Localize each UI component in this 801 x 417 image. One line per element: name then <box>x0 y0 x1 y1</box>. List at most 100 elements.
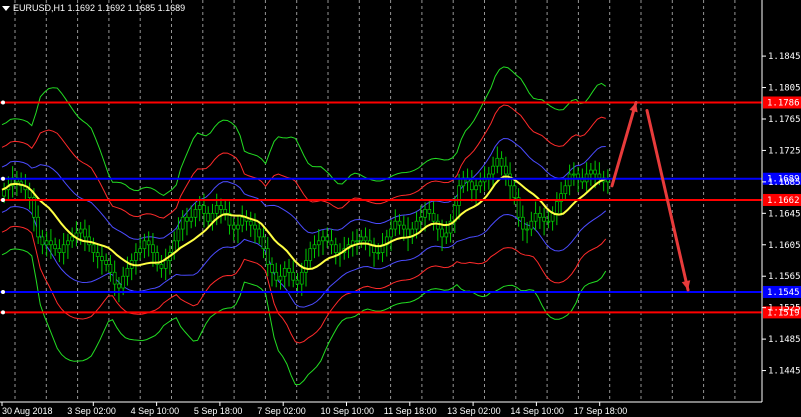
candle-body <box>214 205 219 214</box>
x-tick-label: 4 Sep 10:00 <box>131 406 180 416</box>
candle-body <box>257 228 262 238</box>
level-anchor-left <box>1 197 5 202</box>
candle-body <box>376 252 381 254</box>
candle-body <box>112 271 117 285</box>
candle-body <box>231 224 236 230</box>
candle-body <box>40 236 45 246</box>
y-tick-label: 1.1765 <box>768 115 801 125</box>
candle-body <box>95 252 100 257</box>
candle-body <box>355 240 359 243</box>
candle-body <box>418 216 423 222</box>
forecast-arrows <box>610 100 691 292</box>
candle-body <box>478 181 483 187</box>
x-tick-label: 10 Sep 10:00 <box>321 406 375 416</box>
candle-body <box>53 244 57 250</box>
candle-body <box>299 271 304 285</box>
candle-body <box>142 240 147 250</box>
candle-body <box>151 244 155 253</box>
level-price-label: 1.1786 <box>767 98 800 108</box>
candle-body <box>508 173 512 187</box>
candle-body <box>117 283 121 289</box>
candle-body <box>70 236 74 242</box>
candle-body <box>108 264 113 273</box>
y-tick-label: 1.1485 <box>768 335 801 345</box>
candle-body <box>555 201 559 214</box>
candle-body <box>223 209 228 214</box>
candle-body <box>359 236 364 242</box>
candle-body <box>325 236 330 242</box>
band-3-lower <box>1 248 607 386</box>
candle-body <box>78 228 83 234</box>
candle-body <box>197 205 202 210</box>
candle-body <box>44 240 49 246</box>
candle-body <box>393 220 398 230</box>
x-tick-label: 11 Sep 18:00 <box>384 406 437 416</box>
candle-body <box>121 275 126 289</box>
candle-body <box>406 228 410 238</box>
candle-body <box>363 236 368 242</box>
band-2-lower <box>1 225 607 344</box>
candle-body <box>240 216 245 226</box>
y-tick-label: 1.1805 <box>768 84 801 94</box>
candle-body <box>499 157 504 167</box>
candle-body <box>563 185 568 195</box>
candle-body <box>546 220 551 223</box>
y-tick-label: 1.1445 <box>768 367 801 377</box>
x-tick-label: 3 Sep 02:00 <box>67 406 116 416</box>
candle-body <box>206 212 211 222</box>
candlesticks <box>2 146 610 303</box>
candle-body <box>2 189 6 197</box>
candle-body <box>61 244 66 253</box>
candle-body <box>163 260 168 269</box>
candle-body <box>172 240 177 253</box>
candle-body <box>49 240 53 246</box>
level-anchor-left <box>1 289 5 294</box>
candle-body <box>236 224 240 230</box>
candle-body <box>503 165 508 175</box>
grid-lines <box>14 0 736 402</box>
y-tick-label: 1.1845 <box>768 52 801 62</box>
candle-body <box>521 216 525 230</box>
candle-body <box>529 220 534 230</box>
candle-body <box>427 209 432 214</box>
candle-body <box>316 240 321 246</box>
candle-body <box>423 209 427 218</box>
x-tick-label: 14 Sep 10:00 <box>510 406 564 416</box>
candle-body <box>176 228 181 242</box>
candle-body <box>312 244 317 250</box>
candle-body <box>282 268 287 277</box>
candle-body <box>333 244 338 253</box>
candle-body <box>589 169 593 175</box>
candle-body <box>397 220 402 226</box>
axes: 1.1845 1.1805 1.1765 1.1725 1.1685 1.1645 1.16… <box>0 0 801 416</box>
candle-body <box>146 240 151 246</box>
y-tick-label: 1.1725 <box>768 146 801 156</box>
arrow-up <box>610 100 638 188</box>
price-chart[interactable]: 1.17861.16891.16621.15451.1519 1.18451.1… <box>0 0 801 417</box>
candle-body <box>253 224 257 230</box>
x-tick-label: 7 Sep 02:00 <box>257 406 306 416</box>
candle-body <box>202 205 206 214</box>
candle-body <box>104 260 109 265</box>
candle-body <box>91 244 96 253</box>
candle-body <box>36 216 40 238</box>
candle-body <box>440 228 444 238</box>
candle-body <box>83 228 87 238</box>
candle-body <box>567 173 572 187</box>
candle-body <box>138 248 143 253</box>
level-price-label: 1.1662 <box>767 196 800 206</box>
candle-body <box>576 173 580 179</box>
candle-body <box>134 252 138 261</box>
x-tick-label: 13 Sep 02:00 <box>447 406 501 416</box>
level-anchor-left <box>1 176 5 181</box>
candle-body <box>57 248 62 253</box>
candle-body <box>414 220 419 230</box>
candle-body <box>486 173 491 179</box>
candle-body <box>180 216 185 230</box>
candle-body <box>185 216 189 222</box>
candle-body <box>469 181 474 191</box>
candle-body <box>321 236 325 242</box>
candle-body <box>389 228 393 238</box>
candle-body <box>401 224 406 230</box>
candle-body <box>474 185 478 191</box>
